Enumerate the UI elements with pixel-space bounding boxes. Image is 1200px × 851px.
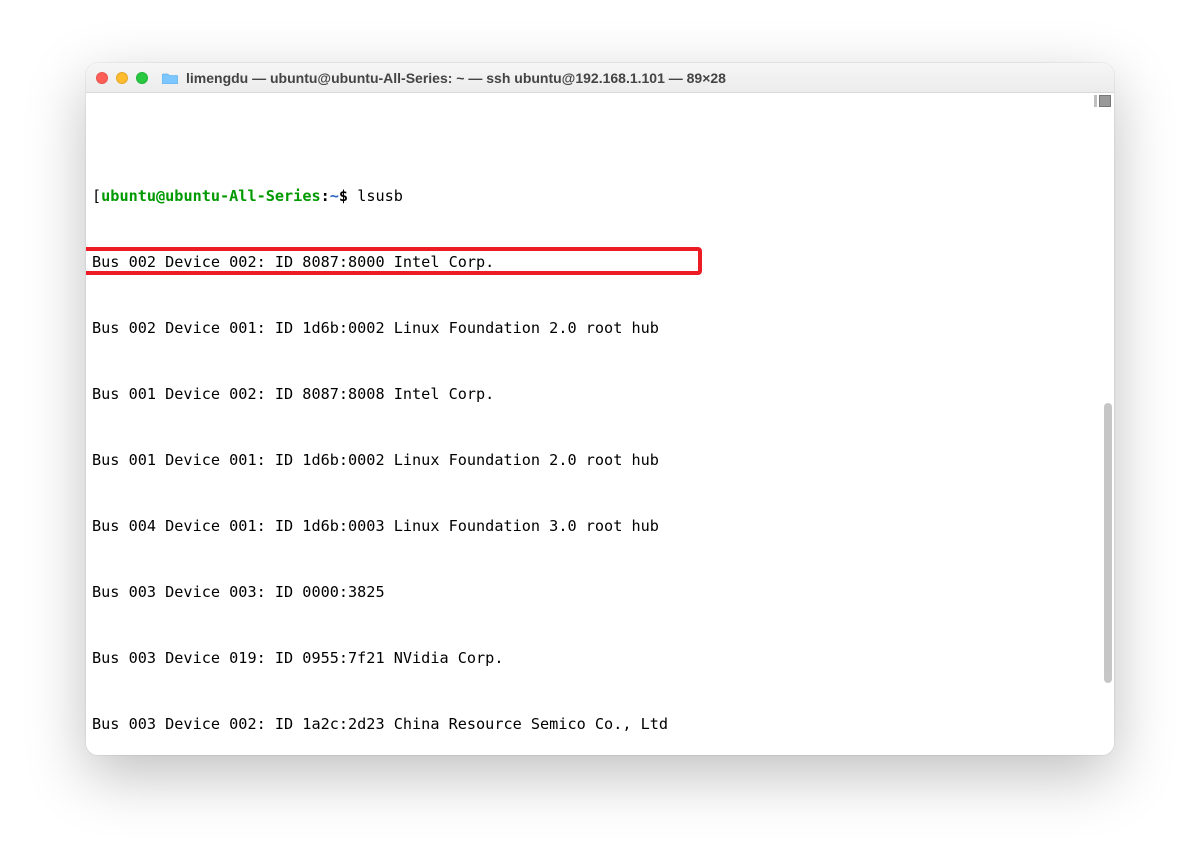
traffic-lights [96, 72, 148, 84]
prompt-path: ~ [330, 187, 339, 205]
minimize-button[interactable] [116, 72, 128, 84]
prompt-user-host: ubuntu@ubuntu-All-Series [101, 187, 320, 205]
output-line: Bus 004 Device 001: ID 1d6b:0003 Linux F… [92, 515, 1108, 537]
prompt-dollar: $ [339, 187, 348, 205]
output-line-highlighted: Bus 003 Device 019: ID 0955:7f21 NVidia … [92, 647, 1108, 669]
output-line: Bus 001 Device 002: ID 8087:8008 Intel C… [92, 383, 1108, 405]
bracket-open: [ [92, 187, 101, 205]
maximize-button[interactable] [136, 72, 148, 84]
prompt-colon: : [321, 187, 330, 205]
output-line: Bus 003 Device 003: ID 0000:3825 [92, 581, 1108, 603]
scrollbar-track[interactable] [1098, 93, 1112, 753]
terminal-window: limengdu — ubuntu@ubuntu-All-Series: ~ —… [86, 63, 1114, 755]
output-line: Bus 001 Device 001: ID 1d6b:0002 Linux F… [92, 449, 1108, 471]
output-line: Bus 002 Device 002: ID 8087:8000 Intel C… [92, 251, 1108, 273]
output-line: Bus 003 Device 002: ID 1a2c:2d23 China R… [92, 713, 1108, 735]
prompt-line-1: [ubuntu@ubuntu-All-Series:~$ lsusb [92, 185, 1108, 207]
titlebar[interactable]: limengdu — ubuntu@ubuntu-All-Series: ~ —… [86, 63, 1114, 93]
folder-icon [162, 71, 178, 84]
terminal-body[interactable]: [ubuntu@ubuntu-All-Series:~$ lsusb Bus 0… [86, 93, 1114, 755]
command-1: lsusb [357, 187, 403, 205]
scrollbar-thumb[interactable] [1104, 403, 1112, 683]
close-button[interactable] [96, 72, 108, 84]
output-line: Bus 002 Device 001: ID 1d6b:0002 Linux F… [92, 317, 1108, 339]
window-title: limengdu — ubuntu@ubuntu-All-Series: ~ —… [186, 70, 1104, 86]
